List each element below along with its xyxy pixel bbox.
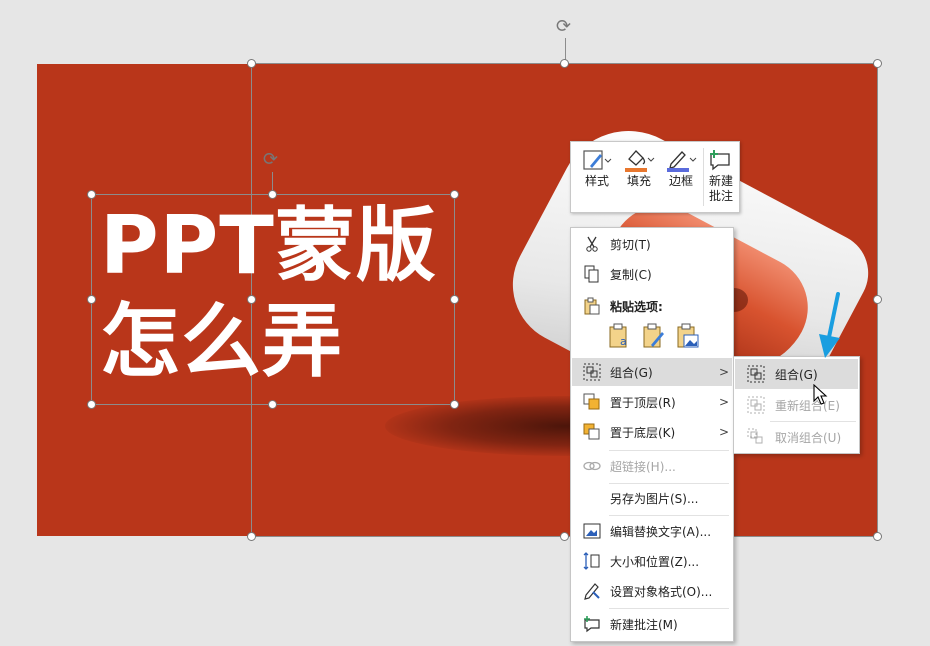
- textbox-handle-mm[interactable]: [247, 295, 256, 304]
- rotate-handle-icon[interactable]: ⟳: [556, 18, 571, 36]
- menu-item-cut[interactable]: 剪切(T): [572, 230, 732, 258]
- menu-item-label: 新建批注(M): [610, 617, 678, 632]
- paste-format-icon: [643, 323, 664, 348]
- paste-keep-text-icon: a: [609, 323, 627, 348]
- title-line-2: 怎么弄: [100, 295, 343, 388]
- menu-item-label: 剪切(T): [610, 237, 651, 252]
- style-button[interactable]: 样式: [577, 146, 617, 208]
- menu-item-bring-to-front[interactable]: 置于顶层(R) >: [572, 388, 732, 416]
- style-brush-icon: [583, 150, 612, 170]
- new-comment-icon: [710, 150, 730, 171]
- scissors-icon: [586, 236, 598, 252]
- submenu-item-label: 取消组合(U): [775, 430, 842, 445]
- svg-text:a: a: [620, 335, 627, 348]
- menu-item-save-as-picture[interactable]: 另存为图片(S)...: [572, 484, 732, 512]
- textbox-rotate-handle-icon[interactable]: ⟳: [263, 151, 278, 169]
- textbox-handle-ml[interactable]: [87, 295, 96, 304]
- resize-handle-mr[interactable]: [873, 295, 882, 304]
- submenu-arrow-icon: >: [718, 425, 730, 439]
- menu-separator: [609, 608, 729, 609]
- textbox-handle-mr[interactable]: [450, 295, 459, 304]
- new-comment-icon: [584, 616, 600, 633]
- submenu-arrow-icon: >: [718, 365, 730, 379]
- resize-handle-bm[interactable]: [560, 532, 569, 541]
- alt-text-icon: [583, 523, 601, 539]
- send-to-back-icon: [583, 423, 600, 440]
- submenu-item-group[interactable]: 组合(G): [735, 359, 858, 389]
- format-object-icon: [584, 583, 600, 600]
- textbox-handle-tr[interactable]: [450, 190, 459, 199]
- paste-icon: [584, 297, 600, 315]
- menu-item-size-position[interactable]: 大小和位置(Z)...: [572, 547, 732, 575]
- style-label: 样式: [584, 174, 609, 188]
- new-comment-button[interactable]: 新建 批注: [704, 146, 738, 208]
- new-comment-label-2: 批注: [708, 189, 733, 203]
- annotation-arrow-icon: [819, 292, 840, 358]
- resize-handle-tr[interactable]: [873, 59, 882, 68]
- mini-toolbar: 样式 填充 边框 新建 批注: [570, 141, 740, 213]
- group-submenu: 组合(G) 重新组合(E) 取消组合(U): [733, 356, 860, 454]
- paste-picture-button[interactable]: [675, 323, 701, 349]
- submenu-item-label: 组合(G): [775, 367, 818, 382]
- menu-item-group[interactable]: 组合(G) >: [572, 358, 732, 386]
- bring-to-front-icon: [583, 393, 600, 410]
- regroup-icon: [747, 396, 765, 414]
- new-comment-label-1: 新建: [708, 174, 733, 188]
- menu-item-label: 复制(C): [610, 267, 652, 282]
- fill-bucket-icon: [625, 150, 655, 172]
- outline-label: 边框: [668, 174, 693, 188]
- menu-item-copy[interactable]: 复制(C): [572, 260, 732, 288]
- menu-item-label: 置于底层(K): [610, 425, 676, 440]
- resize-handle-bl[interactable]: [247, 532, 256, 541]
- group-icon: [747, 365, 765, 383]
- menu-item-label: 超链接(H)...: [610, 459, 676, 474]
- menu-item-format-object[interactable]: 设置对象格式(O)...: [572, 577, 732, 605]
- menu-item-label: 粘贴选项:: [610, 299, 663, 314]
- resize-handle-br[interactable]: [873, 532, 882, 541]
- menu-item-label: 组合(G): [610, 365, 653, 380]
- mouse-cursor-icon: [813, 384, 828, 405]
- fill-button[interactable]: 填充: [619, 146, 659, 208]
- resize-handle-tm[interactable]: [560, 59, 569, 68]
- title-line-1: PPT蒙版: [100, 199, 437, 292]
- fill-label: 填充: [626, 174, 651, 188]
- textbox-handle-br[interactable]: [450, 400, 459, 409]
- outline-button[interactable]: 边框: [661, 146, 701, 208]
- menu-item-hyperlink: 超链接(H)...: [572, 452, 732, 480]
- menu-item-label: 另存为图片(S)...: [610, 491, 699, 506]
- menu-separator: [609, 515, 729, 516]
- ungroup-icon: [747, 428, 763, 444]
- paste-format-button[interactable]: [641, 323, 667, 349]
- link-icon: [583, 461, 601, 471]
- menu-item-paste-options: 粘贴选项:: [572, 292, 732, 320]
- group-icon: [583, 363, 601, 381]
- textbox-handle-tm[interactable]: [268, 190, 277, 199]
- menu-item-send-to-back[interactable]: 置于底层(K) >: [572, 418, 732, 446]
- paste-picture-icon: [677, 323, 699, 348]
- copy-icon: [584, 265, 599, 283]
- submenu-item-regroup: 重新组合(E): [735, 390, 858, 420]
- size-position-icon: [583, 552, 600, 570]
- paste-options-row: a: [607, 323, 701, 349]
- menu-item-label: 大小和位置(Z)...: [610, 554, 700, 569]
- textbox-handle-bm[interactable]: [268, 400, 277, 409]
- menu-item-label: 设置对象格式(O)...: [610, 584, 713, 599]
- menu-item-new-comment[interactable]: 新建批注(M): [572, 610, 732, 638]
- textbox-handle-bl[interactable]: [87, 400, 96, 409]
- menu-item-label: 编辑替换文字(A)...: [610, 524, 712, 539]
- outline-pen-icon: [667, 151, 697, 172]
- paste-keep-text-button[interactable]: a: [607, 323, 633, 349]
- menu-item-label: 置于顶层(R): [610, 395, 676, 410]
- menu-separator: [609, 450, 729, 451]
- slide-title-text[interactable]: PPT蒙版 怎么弄: [100, 198, 460, 390]
- menu-item-edit-alt-text[interactable]: 编辑替换文字(A)...: [572, 517, 732, 545]
- resize-handle-tl[interactable]: [247, 59, 256, 68]
- submenu-arrow-icon: >: [718, 395, 730, 409]
- context-menu: 剪切(T) 复制(C) 粘贴选项: a 组合(G) > 置于顶层(R) > 置于…: [570, 227, 734, 642]
- submenu-item-ungroup: 取消组合(U): [735, 422, 858, 452]
- textbox-handle-tl[interactable]: [87, 190, 96, 199]
